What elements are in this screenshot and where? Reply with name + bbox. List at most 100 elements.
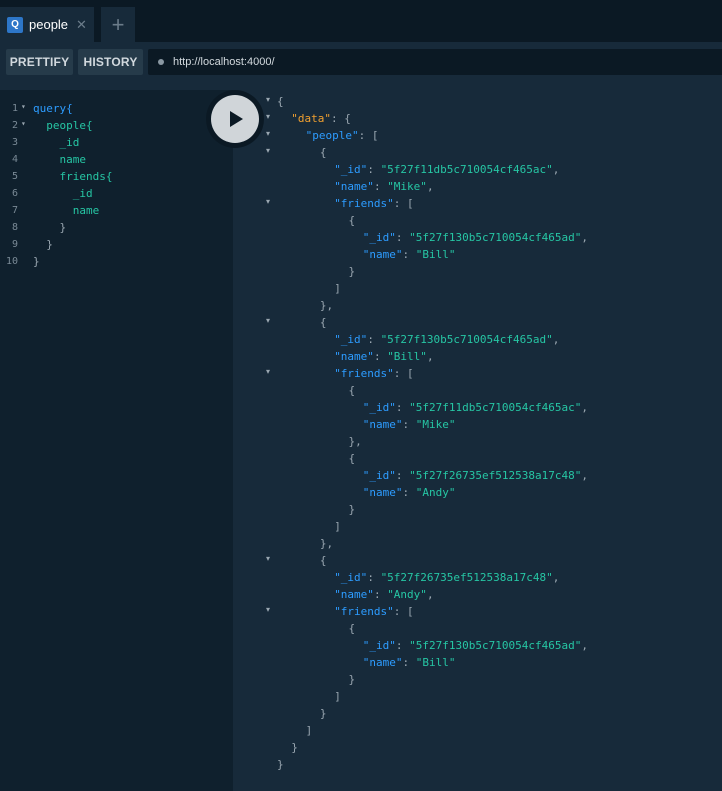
result-line: } [349, 671, 356, 688]
result-line: "name": "Mike", [334, 180, 434, 193]
json-punctuation: } [319, 707, 327, 720]
close-icon[interactable]: ✕ [76, 17, 87, 33]
fold-arrow-icon[interactable]: ▾ [21, 102, 26, 111]
json-punctuation: }, [348, 435, 362, 448]
json-key: "friends" [334, 367, 394, 380]
result-line: { [349, 212, 356, 229]
add-tab-button[interactable]: + [101, 7, 135, 42]
json-punctuation: : { [331, 112, 351, 125]
result-line: "friends": [ [334, 365, 413, 382]
query-editor[interactable]: 1 ▾ 2 ▾ 3 4 5 6 7 8 9 10 query{ people{ _id name fr… [0, 90, 233, 791]
json-punctuation: , [581, 469, 588, 482]
result-line: } [349, 263, 356, 280]
json-punctuation: , [581, 231, 588, 244]
json-punctuation: : [ [358, 129, 379, 142]
json-punctuation: { [277, 95, 284, 108]
result-line: "_id": "5f27f11db5c710054cf465ac", [334, 163, 560, 176]
result-line: "_id": "5f27f26735ef512538a17c48", [362, 469, 588, 482]
fold-arrow-icon[interactable]: ▾ [266, 367, 270, 376]
json-punctuation: , [426, 180, 434, 193]
line-number-text: 6 [11, 188, 18, 199]
line-number: 10 [0, 253, 30, 270]
fold-arrow-icon[interactable]: ▾ [266, 129, 270, 138]
fold-arrow-icon[interactable]: ▾ [266, 95, 270, 104]
json-punctuation: ] [334, 282, 341, 295]
json-key: "name" [334, 588, 374, 601]
json-key: "people" [305, 129, 359, 142]
result-line: }, [320, 297, 333, 314]
fold-arrow-icon[interactable]: ▾ [266, 316, 270, 325]
play-icon [230, 111, 243, 127]
query-line[interactable]: people{ [33, 117, 92, 134]
query-line[interactable]: _id [33, 134, 79, 151]
json-key: "_id" [362, 231, 396, 244]
json-punctuation: , [581, 401, 588, 414]
fold-arrow-icon[interactable]: ▾ [266, 605, 270, 614]
tab-people[interactable]: Q people ✕ [0, 7, 94, 42]
line-number-text: 10 [5, 256, 18, 267]
json-key: "name" [362, 486, 403, 499]
result-line: { [349, 382, 356, 399]
json-punctuation: { [348, 622, 356, 635]
fold-arrow-icon[interactable]: ▾ [266, 554, 270, 563]
query-line[interactable]: } [33, 219, 66, 236]
execute-query-button[interactable] [206, 90, 264, 148]
line-number-text: 5 [11, 171, 18, 182]
result-pane [233, 90, 722, 791]
line-number-text: 2 [11, 120, 18, 131]
fold-arrow-icon[interactable]: ▾ [266, 146, 270, 155]
json-key: "_id" [362, 469, 396, 482]
fold-arrow-icon[interactable]: ▾ [266, 112, 270, 121]
json-punctuation: , [552, 163, 560, 176]
json-punctuation: } [348, 673, 356, 686]
json-punctuation: }, [319, 299, 334, 312]
fold-arrow-icon[interactable]: ▾ [266, 197, 270, 206]
result-line: ] [334, 688, 341, 705]
result-line: }, [349, 433, 362, 450]
json-key: "friends" [334, 605, 394, 618]
query-line[interactable]: } [33, 253, 40, 270]
prettify-button[interactable]: PRETTIFY [6, 49, 73, 75]
line-number: 8 [0, 219, 30, 236]
json-key: "name" [362, 248, 403, 261]
graphql-q-icon: Q [7, 16, 23, 33]
result-line: "name": "Bill", [334, 350, 434, 363]
json-value: "5f27f130b5c710054cf465ad" [409, 639, 582, 652]
result-line: "_id": "5f27f130b5c710054cf465ad", [334, 333, 560, 346]
json-punctuation: { [319, 146, 327, 159]
history-button[interactable]: HISTORY [78, 49, 143, 75]
result-line: { [349, 450, 356, 467]
result-line: "_id": "5f27f11db5c710054cf465ac", [362, 401, 588, 414]
json-key: "name" [334, 350, 374, 363]
json-value: "Bill" [415, 656, 456, 669]
query-line[interactable]: } [33, 236, 53, 253]
query-line[interactable]: _id [33, 185, 93, 202]
status-dot-icon [158, 59, 164, 65]
json-punctuation: } [277, 758, 284, 771]
query-line[interactable]: name [33, 202, 100, 219]
json-punctuation: { [319, 554, 327, 567]
line-number: 3 [0, 134, 30, 151]
json-punctuation: , [581, 639, 588, 652]
result-line: "name": "Andy" [362, 486, 456, 499]
query-line[interactable]: friends{ [33, 168, 112, 185]
json-key: "name" [362, 418, 403, 431]
json-value: "5f27f130b5c710054cf465ad" [380, 333, 553, 346]
toolbar: PRETTIFY HISTORY http://localhost:4000/ [0, 42, 722, 82]
json-punctuation: : [ [393, 197, 414, 210]
fold-arrow-icon[interactable]: ▾ [21, 119, 26, 128]
line-number-text: 4 [11, 154, 18, 165]
endpoint-url-field[interactable]: http://localhost:4000/ [148, 49, 722, 75]
json-value: "Mike" [387, 180, 427, 193]
result-line: "_id": "5f27f26735ef512538a17c48", [334, 571, 560, 584]
json-value: "5f27f26735ef512538a17c48" [380, 571, 553, 584]
json-key: "name" [334, 180, 374, 193]
line-number: 6 [0, 185, 30, 202]
json-punctuation: ] [305, 724, 313, 737]
json-punctuation: , [426, 588, 434, 601]
query-line[interactable]: query{ [33, 100, 73, 117]
query-line[interactable]: name [33, 151, 86, 168]
json-punctuation: { [319, 316, 327, 329]
result-line: } [349, 501, 356, 518]
result-line: } [277, 756, 284, 773]
